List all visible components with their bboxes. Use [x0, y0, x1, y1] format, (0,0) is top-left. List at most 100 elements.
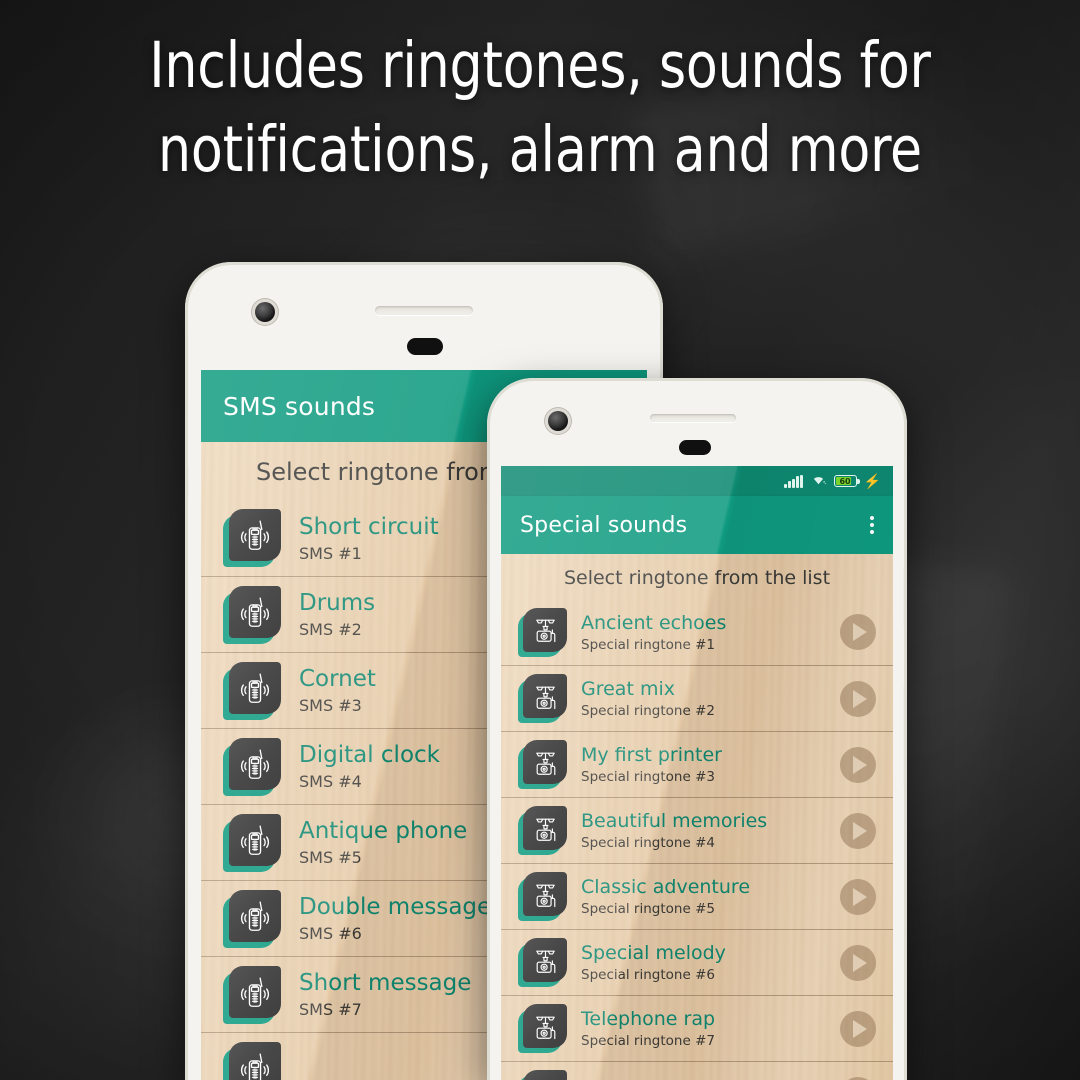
front-ringtone-list: Ancient echoes Special ringtone #1 Great … [501, 599, 893, 1080]
play-icon[interactable] [840, 878, 876, 915]
proximity-sensor [679, 440, 711, 455]
antique-phone-icon [523, 938, 567, 982]
play-icon[interactable] [840, 614, 876, 650]
ringtone-icon-tile [223, 1041, 281, 1080]
ringtone-text-block: My first printer Special ringtone #3 [581, 744, 826, 785]
front-statusbar: 60 ⚡ [501, 466, 893, 496]
ringtone-title: Beautiful memories [581, 810, 768, 832]
antique-phone-icon [523, 806, 567, 850]
ringtone-text-block: Beautiful memories Special ringtone #4 [581, 810, 826, 851]
ringtone-subtitle: Special ringtone #7 [581, 1033, 715, 1049]
ringtone-list-item[interactable]: Great mix Special ringtone #2 [501, 665, 893, 731]
ringtone-subtitle: Special ringtone #2 [581, 703, 715, 719]
play-triangle [853, 821, 867, 840]
ringtone-icon-tile [518, 674, 567, 723]
phone-back-bezel-top [185, 262, 663, 362]
cordless-phone-icon [229, 737, 281, 790]
cordless-phone-icon [229, 661, 281, 714]
antique-phone-icon [523, 1004, 567, 1048]
cordless-phone-icon [229, 889, 281, 942]
ringtone-icon-tile [518, 938, 567, 987]
ringtone-subtitle: Special ringtone #5 [581, 901, 715, 917]
wifi-icon [810, 472, 827, 490]
ringtone-title: My first printer [581, 744, 722, 766]
front-appbar-title: Special sounds [520, 512, 688, 538]
cordless-phone-icon [229, 1041, 281, 1080]
play-icon[interactable] [840, 680, 876, 717]
ringtone-icon-tile [223, 585, 281, 644]
ringtone-subtitle: Special ringtone #6 [581, 967, 715, 983]
antique-phone-icon [523, 872, 567, 916]
signal-bars-icon [784, 474, 803, 488]
headline-line-1: Includes ringtones, sounds for [149, 29, 931, 102]
play-triangle [853, 887, 867, 906]
front-content-area: Select ringtone from the list Ancient ec… [501, 554, 893, 1080]
battery-icon: 60 [833, 475, 860, 487]
proximity-sensor [407, 338, 443, 355]
front-camera-icon [548, 411, 568, 431]
ringtone-text-block: Special melody Special ringtone #6 [581, 942, 826, 983]
ringtone-icon-tile [223, 737, 281, 796]
play-icon[interactable] [840, 746, 876, 783]
cordless-phone-icon [229, 965, 281, 1018]
cordless-phone-icon [229, 509, 281, 561]
ringtone-list-item[interactable]: Ancient echoes Special ringtone #1 [501, 599, 893, 665]
power-button-front-phone[interactable] [904, 686, 907, 786]
promo-headline: Includes ringtones, sounds for notificat… [43, 24, 1037, 192]
ringtone-list-item[interactable] [501, 1061, 893, 1080]
ringtone-list-item[interactable]: Telephone rap Special ringtone #7 [501, 995, 893, 1061]
overflow-menu-icon[interactable] [870, 516, 874, 534]
play-triangle [853, 755, 867, 774]
ringtone-title: Special melody [581, 942, 726, 964]
play-icon[interactable] [840, 944, 876, 981]
ringtone-list-item[interactable]: Classic adventure Special ringtone #5 [501, 863, 893, 929]
ringtone-icon-tile [518, 740, 567, 789]
play-triangle [853, 689, 867, 708]
battery-level-label: 60 [839, 476, 851, 486]
ringtone-subtitle: Special ringtone #4 [581, 835, 715, 851]
cordless-phone-icon [229, 813, 281, 866]
front-list-header: Select ringtone from the list [563, 567, 831, 589]
ringtone-text-block: Classic adventure Special ringtone #5 [581, 876, 826, 917]
front-camera-icon [255, 302, 275, 322]
ringtone-icon-tile [518, 1004, 567, 1053]
ringtone-title: Great mix [581, 678, 675, 700]
ringtone-text-block: Great mix Special ringtone #2 [581, 678, 826, 719]
antique-phone-icon [523, 674, 567, 718]
charging-bolt-icon: ⚡ [863, 473, 881, 489]
ringtone-icon-tile [518, 872, 567, 921]
ringtone-list-item[interactable]: My first printer Special ringtone #3 [501, 731, 893, 797]
ringtone-icon-tile [518, 806, 567, 855]
play-triangle [853, 623, 867, 641]
volume-button-front-phone[interactable] [904, 568, 907, 626]
ringtone-icon-tile [223, 965, 281, 1024]
phone-front-screen: 60 ⚡ Special sounds Select ringtone from… [501, 466, 893, 1080]
ringtone-icon-tile [223, 661, 281, 720]
phone-mockup-front: 60 ⚡ Special sounds Select ringtone from… [487, 378, 907, 1080]
phone-front-bezel-top [487, 378, 907, 478]
ringtone-icon-tile [223, 509, 281, 567]
antique-phone-icon [523, 607, 567, 652]
ringtone-list-item[interactable]: Beautiful memories Special ringtone #4 [501, 797, 893, 863]
ringtone-list-item[interactable]: Special melody Special ringtone #6 [501, 929, 893, 995]
ringtone-icon-tile [518, 607, 567, 657]
play-icon[interactable] [840, 812, 876, 849]
play-icon[interactable] [840, 1010, 876, 1047]
play-triangle [853, 1019, 867, 1038]
ringtone-text-block: Ancient echoes Special ringtone #1 [581, 612, 826, 653]
earpiece-speaker [375, 306, 473, 315]
ringtone-subtitle: Special ringtone #3 [581, 769, 715, 785]
play-triangle [853, 953, 867, 972]
antique-phone-icon [523, 1070, 567, 1080]
ringtone-icon-tile [223, 813, 281, 872]
volume-button-back-phone[interactable] [185, 467, 188, 497]
antique-phone-icon [523, 740, 567, 784]
ringtone-text-block: Telephone rap Special ringtone #7 [581, 1008, 826, 1049]
headline-line-2: notifications, alarm and more [158, 113, 922, 186]
ringtone-title: Classic adventure [581, 876, 751, 898]
cordless-phone-icon [229, 585, 281, 638]
ringtone-subtitle: Special ringtone #1 [581, 636, 715, 653]
earpiece-speaker [650, 414, 736, 422]
play-icon[interactable] [840, 1076, 876, 1080]
ringtone-title: Telephone rap [581, 1008, 716, 1030]
